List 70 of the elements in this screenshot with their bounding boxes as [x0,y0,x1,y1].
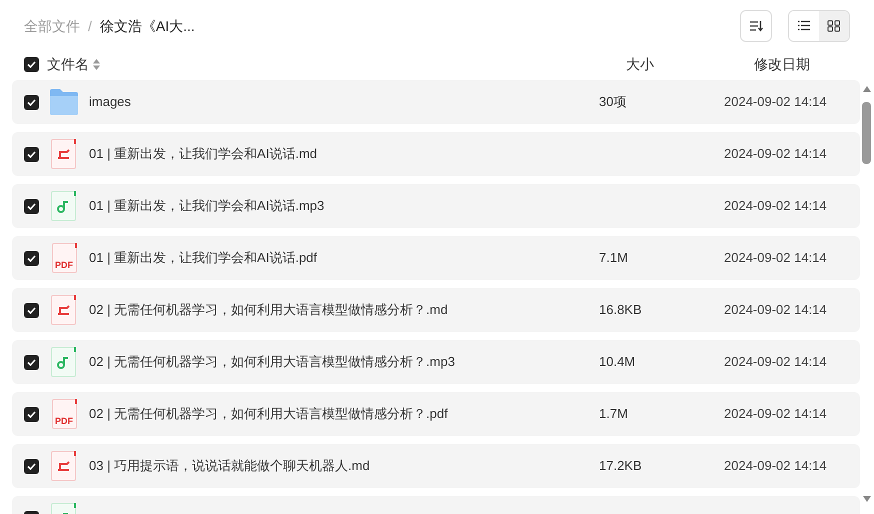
file-name[interactable]: 01 | 重新出发，让我们学会和AI说话.mp3 [89,196,599,216]
select-all-checkbox[interactable] [24,56,39,72]
checkmark-icon [27,254,36,262]
checkbox[interactable] [24,94,39,110]
scroll-up-icon[interactable] [863,86,871,92]
file-name[interactable]: 02 | 无需任何机器学习，如何利用大语言模型做情感分析？.mp3 [89,352,599,372]
checkmark-icon [27,462,36,470]
modified-date: 2024-09-02 14:14 [724,93,827,112]
file-row[interactable]: 01 | 重新出发，让我们学会和AI说话.mp3 2024-09-02 14:14 [12,184,860,228]
scrollbar-thumb[interactable] [862,102,871,164]
folder-icon [49,88,79,116]
file-name[interactable]: 02 | 无需任何机器学习，如何利用大语言模型做情感分析？.pdf [89,404,599,424]
file-row[interactable]: 03 | 巧用提示语，说说话就能做个聊天机器人.md 17.2KB 2024-09-02 14:14 [12,444,860,488]
modified-date: 2024-09-02 14:14 [724,301,827,320]
file-size: 16.8KB [599,301,643,320]
checkmark-icon [27,98,36,106]
file-size: 10.4M [599,353,636,372]
sort-button[interactable] [740,10,772,42]
grid-view-button[interactable] [819,11,849,41]
file-name[interactable]: 02 | 无需任何机器学习，如何利用大语言模型做情感分析？.md [89,300,599,320]
modified-date: 2024-09-02 14:14 [724,197,827,216]
checkmark-icon [27,202,36,210]
breadcrumb-link[interactable]: 徐文浩《AI大... [100,16,195,36]
pdf-file-icon: PDF [52,243,76,273]
checkmark-icon [27,60,36,68]
grid-icon [827,20,841,32]
checkbox[interactable] [24,198,39,214]
sort-icon [749,20,763,32]
breadcrumb-separator: / [88,16,92,36]
column-header: 修改日期 [754,54,810,74]
file-name[interactable]: 03 | 巧用提示语，说说话就能做个聊天机器人.md [89,456,599,476]
modified-date: 2024-09-02 14:14 [724,145,827,164]
file-name[interactable]: 01 | 重新出发，让我们学会和AI说话.md [89,144,599,164]
checkbox[interactable] [24,458,39,474]
file-row[interactable]: images 30项 2024-09-02 14:14 [12,80,860,124]
checkbox[interactable] [24,406,39,422]
list-icon [797,20,811,32]
checkbox[interactable] [24,302,39,318]
checkmark-icon [27,150,36,158]
pdf-file-icon: PDF [52,399,76,429]
file-size: 7.1M [599,249,629,268]
file-row[interactable]: PDF 01 | 重新出发，让我们学会和AI说话.pdf 7.1M 2024-09-02 14:14 [12,236,860,280]
file-row[interactable]: 02 | 无需任何机器学习，如何利用大语言模型做情感分析？.md 16.8KB 2024-09-02 14:14 [12,288,860,332]
scroll-down-icon[interactable] [863,496,871,502]
checkmark-icon [27,410,36,418]
modified-date: 2024-09-02 14:14 [724,353,827,372]
column-header: 大小 [626,54,654,74]
modified-date: 2024-09-02 14:14 [724,405,827,424]
file-row[interactable]: PDF 02 | 无需任何机器学习，如何利用大语言模型做情感分析？.pdf 1.7M 2024-09-02 14:14 [12,392,860,436]
file-icon [51,139,77,169]
sort-arrows-icon [93,58,100,70]
modified-date: 2024-09-02 14:14 [724,457,827,476]
audio-file-icon [51,191,77,221]
checkmark-icon [27,358,36,366]
file-row[interactable]: 01 | 重新出发，让我们学会和AI说话.md 2024-09-02 14:14 [12,132,860,176]
file-name[interactable]: images [89,92,599,112]
checkbox[interactable] [24,146,39,162]
file-size: 17.2KB [599,457,643,476]
audio-file-icon [51,347,77,377]
column-header[interactable]: 文件名 [47,54,89,74]
file-name[interactable]: 01 | 重新出发，让我们学会和AI说话.pdf [89,248,599,268]
file-row[interactable]: 02 | 无需任何机器学习，如何利用大语言模型做情感分析？.mp3 10.4M 2024-09-02 14:14 [12,340,860,384]
file-icon [51,295,77,325]
checkbox[interactable] [24,354,39,370]
file-size: 1.7M [599,405,629,424]
file-size: 30项 [599,93,628,112]
modified-date: 2024-09-02 14:14 [724,249,827,268]
checkmark-icon [27,306,36,314]
file-icon [51,451,77,481]
checkbox[interactable] [24,250,39,266]
